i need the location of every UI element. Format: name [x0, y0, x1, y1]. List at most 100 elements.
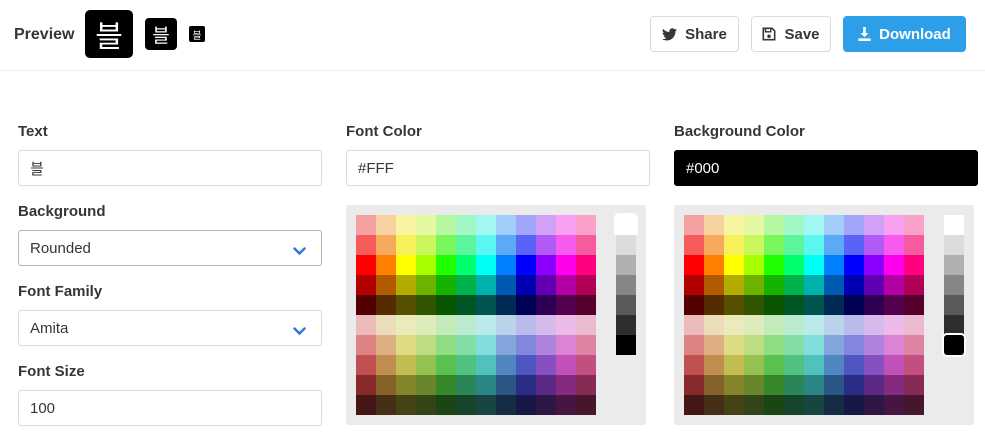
color-swatch[interactable] [684, 275, 704, 295]
color-swatch[interactable] [824, 295, 844, 315]
background-select[interactable]: Rounded [18, 230, 322, 266]
color-swatch[interactable] [476, 395, 496, 415]
color-swatch[interactable] [684, 375, 704, 395]
color-swatch[interactable] [356, 355, 376, 375]
color-swatch[interactable] [904, 335, 924, 355]
color-swatch[interactable] [356, 235, 376, 255]
color-swatch[interactable] [376, 295, 396, 315]
color-swatch[interactable] [864, 235, 884, 255]
color-swatch[interactable] [764, 215, 784, 235]
color-swatch[interactable] [396, 235, 416, 255]
gray-swatch[interactable] [616, 275, 636, 295]
color-swatch[interactable] [396, 315, 416, 335]
color-swatch[interactable] [456, 335, 476, 355]
save-button[interactable]: Save [751, 16, 831, 52]
color-swatch[interactable] [396, 395, 416, 415]
color-swatch[interactable] [476, 375, 496, 395]
color-swatch[interactable] [904, 355, 924, 375]
color-swatch[interactable] [416, 235, 436, 255]
color-swatch[interactable] [904, 375, 924, 395]
color-swatch[interactable] [884, 355, 904, 375]
color-swatch[interactable] [864, 215, 884, 235]
color-swatch[interactable] [396, 275, 416, 295]
color-swatch[interactable] [436, 355, 456, 375]
color-swatch[interactable] [536, 395, 556, 415]
color-swatch[interactable] [496, 255, 516, 275]
color-swatch[interactable] [884, 375, 904, 395]
share-button[interactable]: Share [650, 16, 739, 52]
color-swatch[interactable] [844, 355, 864, 375]
color-swatch[interactable] [724, 335, 744, 355]
color-swatch[interactable] [416, 275, 436, 295]
color-swatch[interactable] [724, 375, 744, 395]
color-swatch[interactable] [764, 315, 784, 335]
color-swatch[interactable] [704, 235, 724, 255]
color-swatch[interactable] [536, 215, 556, 235]
color-swatch[interactable] [704, 315, 724, 335]
color-swatch[interactable] [684, 295, 704, 315]
color-swatch[interactable] [784, 255, 804, 275]
color-swatch[interactable] [556, 255, 576, 275]
color-swatch[interactable] [764, 295, 784, 315]
color-swatch[interactable] [864, 375, 884, 395]
color-swatch[interactable] [804, 355, 824, 375]
color-swatch[interactable] [724, 295, 744, 315]
color-swatch[interactable] [844, 255, 864, 275]
color-swatch[interactable] [576, 375, 596, 395]
color-swatch[interactable] [804, 255, 824, 275]
color-swatch[interactable] [884, 315, 904, 335]
color-swatch[interactable] [704, 355, 724, 375]
color-swatch[interactable] [416, 215, 436, 235]
color-swatch[interactable] [744, 275, 764, 295]
color-swatch[interactable] [764, 395, 784, 415]
color-swatch[interactable] [764, 235, 784, 255]
color-swatch[interactable] [536, 315, 556, 335]
color-swatch[interactable] [476, 255, 496, 275]
color-swatch[interactable] [844, 375, 864, 395]
color-swatch[interactable] [684, 235, 704, 255]
color-swatch[interactable] [784, 295, 804, 315]
color-swatch[interactable] [416, 315, 436, 335]
color-swatch[interactable] [784, 375, 804, 395]
color-swatch[interactable] [764, 255, 784, 275]
color-swatch[interactable] [724, 235, 744, 255]
color-swatch[interactable] [456, 355, 476, 375]
color-swatch[interactable] [904, 255, 924, 275]
color-swatch[interactable] [496, 395, 516, 415]
color-swatch[interactable] [864, 255, 884, 275]
color-swatch[interactable] [476, 335, 496, 355]
color-swatch[interactable] [376, 355, 396, 375]
color-swatch[interactable] [516, 315, 536, 335]
color-swatch[interactable] [704, 375, 724, 395]
color-swatch[interactable] [864, 335, 884, 355]
color-swatch[interactable] [476, 355, 496, 375]
color-swatch[interactable] [416, 295, 436, 315]
gray-swatch[interactable] [944, 275, 964, 295]
color-swatch[interactable] [784, 355, 804, 375]
color-swatch[interactable] [476, 295, 496, 315]
color-swatch[interactable] [496, 335, 516, 355]
color-swatch[interactable] [844, 395, 864, 415]
color-swatch[interactable] [744, 295, 764, 315]
color-swatch[interactable] [824, 255, 844, 275]
color-swatch[interactable] [884, 295, 904, 315]
color-swatch[interactable] [704, 255, 724, 275]
color-swatch[interactable] [496, 355, 516, 375]
color-swatch[interactable] [376, 335, 396, 355]
color-swatch[interactable] [576, 315, 596, 335]
color-swatch[interactable] [376, 395, 396, 415]
color-swatch[interactable] [496, 235, 516, 255]
color-swatch[interactable] [576, 295, 596, 315]
color-swatch[interactable] [904, 275, 924, 295]
color-swatch[interactable] [684, 395, 704, 415]
color-swatch[interactable] [556, 315, 576, 335]
color-swatch[interactable] [476, 215, 496, 235]
color-swatch[interactable] [436, 395, 456, 415]
color-swatch[interactable] [416, 255, 436, 275]
color-swatch[interactable] [456, 255, 476, 275]
color-swatch[interactable] [436, 315, 456, 335]
color-swatch[interactable] [476, 315, 496, 335]
color-swatch[interactable] [396, 375, 416, 395]
color-swatch[interactable] [436, 235, 456, 255]
color-swatch[interactable] [784, 335, 804, 355]
